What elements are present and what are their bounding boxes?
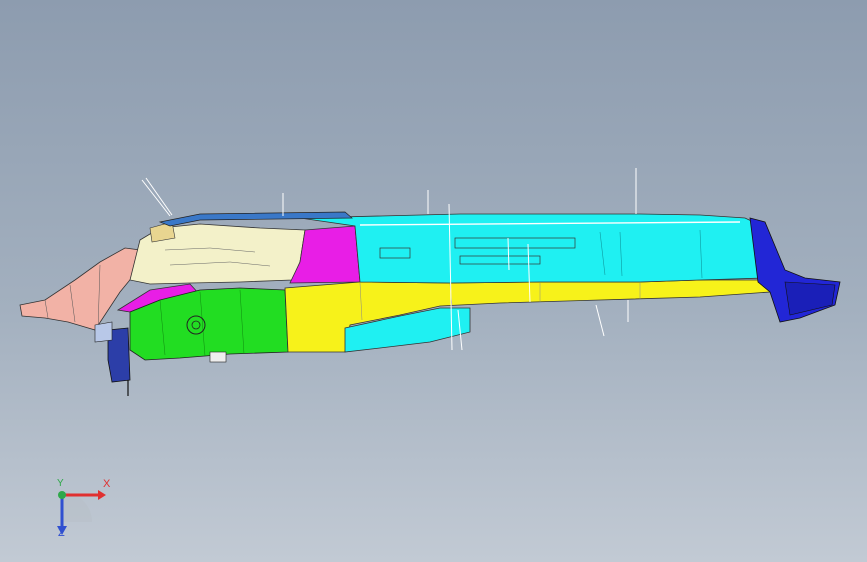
salmon-bracket-part: [19, 247, 141, 331]
3d-viewport[interactable]: X Y Z: [0, 0, 867, 562]
vehicle-rail-assembly-model[interactable]: [0, 0, 867, 562]
x-axis-label: X: [103, 478, 111, 490]
z-axis-label: Z: [58, 527, 65, 539]
triad-graphic: [57, 490, 106, 535]
axis-triad: X Y Z: [40, 478, 120, 550]
y-axis-label: Y: [57, 478, 64, 489]
